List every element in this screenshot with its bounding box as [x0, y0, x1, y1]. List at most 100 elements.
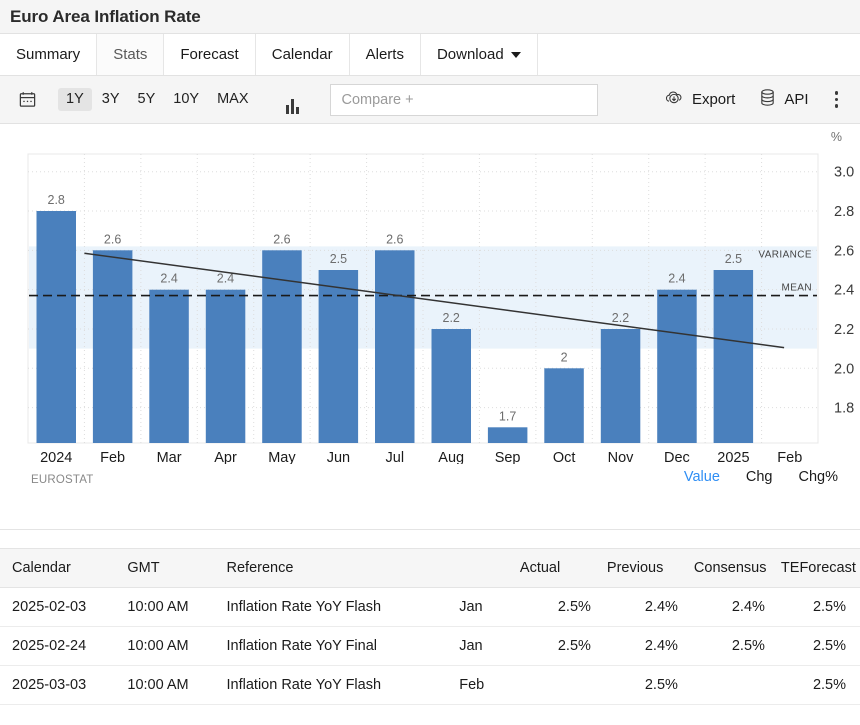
calendar-table: CalendarGMTReference ActualPreviousConsen…	[0, 548, 860, 705]
tab-summary[interactable]: Summary	[0, 34, 97, 75]
tab-label: Stats	[113, 46, 147, 63]
tab-forecast[interactable]: Forecast	[164, 34, 255, 75]
tab-label: Forecast	[180, 46, 238, 63]
bar-feb[interactable]	[93, 250, 132, 443]
cell-teforecast: 2.5%	[773, 666, 860, 705]
series-toggle-chg[interactable]: Chg	[746, 469, 773, 485]
column-header-previous[interactable]: Previous	[599, 549, 686, 588]
cell-actual: 2.5%	[512, 627, 599, 666]
cell-period: Jan	[451, 588, 512, 627]
bar-nov[interactable]	[601, 329, 641, 443]
table-row[interactable]: 2025-03-0310:00 AMInflation Rate YoY Fla…	[0, 666, 860, 705]
spacer	[0, 530, 860, 548]
cell-consensus: 2.4%	[686, 588, 773, 627]
y-axis-tick-label: 1.8	[834, 401, 854, 417]
api-label: API	[784, 91, 808, 108]
cell-reference: Inflation Rate YoY Flash	[219, 666, 452, 705]
cell-gmt: 10:00 AM	[119, 588, 218, 627]
column-header-gmt[interactable]: GMT	[119, 549, 218, 588]
tab-label: Summary	[16, 46, 80, 63]
x-axis-tick-label: Mar	[157, 450, 182, 464]
cell-period: Feb	[451, 666, 512, 705]
database-icon	[759, 88, 776, 111]
page-header: Euro Area Inflation Rate	[0, 0, 860, 34]
cell-calendar: 2025-03-03	[0, 666, 119, 705]
bar-sep[interactable]	[488, 427, 528, 443]
tab-download[interactable]: Download	[421, 34, 538, 75]
cell-gmt: 10:00 AM	[119, 666, 218, 705]
y-axis-tick-label: 2.0	[834, 361, 854, 377]
cell-actual: 2.5%	[512, 588, 599, 627]
x-axis-tick-label: Jul	[386, 450, 405, 464]
api-button[interactable]: API	[747, 88, 820, 111]
x-axis-tick-label: May	[268, 450, 296, 464]
bar-jul[interactable]	[375, 250, 415, 443]
chart-container: % 2.82.62.42.42.62.52.62.21.722.22.42.5M…	[0, 124, 860, 529]
series-toggle-group: Value Chg Chg%	[684, 469, 838, 485]
cell-reference: Inflation Rate YoY Flash	[219, 588, 452, 627]
range-button-max[interactable]: MAX	[209, 88, 256, 111]
tab-stats[interactable]: Stats	[97, 34, 164, 75]
tab-alerts[interactable]: Alerts	[350, 34, 421, 75]
bar-value-label: 2.2	[443, 311, 460, 325]
bar-value-label: 2.5	[330, 252, 347, 266]
column-header-actual[interactable]: Actual	[512, 549, 599, 588]
chart-toolbar: 1Y3Y5Y10YMAX Compare + Export	[0, 76, 860, 124]
y-axis-tick-label: 2.4	[834, 283, 854, 299]
column-header-period[interactable]	[451, 549, 512, 588]
column-header-consensus[interactable]: Consensus	[686, 549, 773, 588]
bar-value-label: 2.6	[104, 232, 121, 246]
cell-calendar: 2025-02-03	[0, 588, 119, 627]
column-header-reference[interactable]: Reference	[219, 549, 452, 588]
y-axis-tick-label: 2.6	[834, 243, 854, 259]
x-axis-tick-label: Sep	[495, 450, 521, 464]
tab-calendar[interactable]: Calendar	[256, 34, 350, 75]
cell-period: Jan	[451, 627, 512, 666]
cell-teforecast: 2.5%	[773, 627, 860, 666]
bar-oct[interactable]	[544, 368, 584, 443]
toolbar-right-actions: Export API	[652, 88, 848, 112]
y-axis-tick-label: 3.0	[834, 165, 854, 181]
bar-value-label: 2.2	[612, 311, 629, 325]
calendar-table-body: 2025-02-0310:00 AMInflation Rate YoY Fla…	[0, 588, 860, 705]
bar-value-label: 2.6	[273, 232, 290, 246]
y-axis-tick-label: 2.8	[834, 204, 854, 220]
x-axis-tick-label: Feb	[777, 450, 802, 464]
x-axis-tick-label: 2025	[717, 450, 749, 464]
bar-dec[interactable]	[657, 290, 697, 443]
export-button[interactable]: Export	[652, 88, 747, 112]
variance-label: VARIANCE	[758, 249, 812, 260]
bar-value-label: 1.7	[499, 409, 516, 423]
series-toggle-chg-pct[interactable]: Chg%	[799, 469, 839, 485]
bar-mar[interactable]	[149, 290, 189, 443]
column-header-teforecast[interactable]: TEForecast	[773, 549, 860, 588]
inflation-bar-chart[interactable]: 2.82.62.42.42.62.52.62.21.722.22.42.5MEA…	[0, 124, 860, 464]
compare-input[interactable]: Compare +	[330, 84, 598, 116]
cell-previous: 2.4%	[599, 588, 686, 627]
bar-value-label: 2	[561, 350, 568, 364]
range-button-3y[interactable]: 3Y	[94, 88, 128, 111]
chevron-down-icon	[511, 52, 521, 58]
series-toggle-value[interactable]: Value	[684, 469, 720, 485]
bar-chart-icon[interactable]	[278, 86, 306, 114]
range-button-1y[interactable]: 1Y	[58, 88, 92, 111]
cell-previous: 2.4%	[599, 627, 686, 666]
cell-consensus: 2.5%	[686, 627, 773, 666]
cell-gmt: 10:00 AM	[119, 627, 218, 666]
chart-source-label: EUROSTAT	[31, 474, 94, 486]
bar-2024[interactable]	[37, 211, 77, 443]
export-label: Export	[692, 91, 735, 108]
kebab-menu-icon[interactable]	[821, 91, 849, 108]
bar-apr[interactable]	[206, 290, 246, 443]
x-axis-tick-label: Dec	[664, 450, 690, 464]
page-title: Euro Area Inflation Rate	[10, 7, 201, 27]
table-row[interactable]: 2025-02-2410:00 AMInflation Rate YoY Fin…	[0, 627, 860, 666]
range-button-5y[interactable]: 5Y	[130, 88, 164, 111]
bar-aug[interactable]	[432, 329, 472, 443]
tab-label: Calendar	[272, 46, 333, 63]
column-header-calendar[interactable]: Calendar	[0, 549, 119, 588]
range-button-10y[interactable]: 10Y	[165, 88, 207, 111]
table-row[interactable]: 2025-02-0310:00 AMInflation Rate YoY Fla…	[0, 588, 860, 627]
cell-actual	[512, 666, 599, 705]
calendar-icon[interactable]	[12, 85, 42, 115]
